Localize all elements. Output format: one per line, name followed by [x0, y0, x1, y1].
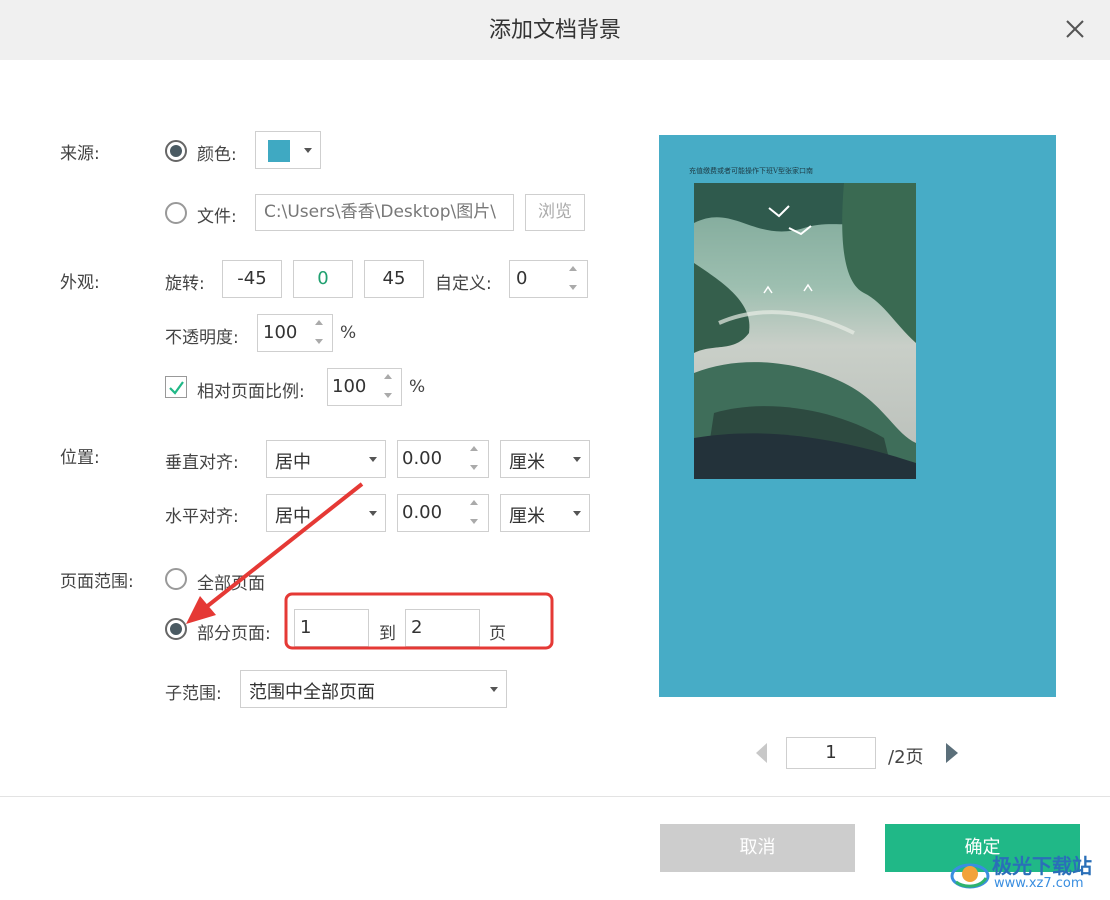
stepper-up-icon[interactable] [569, 266, 577, 271]
vertical-offset-value: 0.00 [402, 448, 443, 469]
file-radio[interactable] [165, 202, 187, 224]
source-label: 来源: [60, 144, 100, 164]
stepper-up-icon[interactable] [384, 374, 392, 379]
subrange-label: 子范围: [165, 684, 222, 704]
stepper-down-icon[interactable] [569, 285, 577, 290]
page-total-label: /2页 [888, 747, 924, 768]
scale-value: 100 [332, 376, 367, 397]
footer-divider [0, 796, 1110, 797]
color-picker[interactable] [255, 131, 321, 169]
chevron-down-icon [490, 687, 498, 692]
file-option-label: 文件: [197, 207, 237, 227]
page-unit-label: 页 [489, 624, 506, 644]
opacity-unit: % [340, 323, 357, 343]
preview-landscape-image [694, 183, 916, 479]
custom-rotation-label: 自定义: [435, 274, 492, 294]
opacity-value: 100 [263, 322, 298, 343]
scale-checkbox[interactable] [165, 376, 187, 398]
page-to-value: 2 [411, 617, 423, 638]
rotate-minus45-button[interactable]: -45 [222, 260, 282, 298]
subrange-select[interactable]: 范围中全部页面 [240, 670, 507, 708]
partial-pages-label: 部分页面: [197, 624, 271, 644]
all-pages-label: 全部页面 [197, 574, 265, 594]
preview-doc-header: 充值缴费或者可能操作下班V型张家口南 [689, 167, 814, 175]
color-option-label: 颜色: [197, 145, 237, 165]
watermark-url: www.xz7.com [994, 876, 1084, 891]
page-range-label: 页面范围: [60, 572, 134, 592]
scale-stepper[interactable]: 100 [327, 368, 402, 406]
horizontal-align-value: 居中 [275, 506, 311, 527]
page-number-input[interactable]: 1 [786, 737, 876, 769]
rotate-0-button[interactable]: 0 [293, 260, 353, 298]
opacity-stepper[interactable]: 100 [257, 314, 333, 352]
custom-rotation-value: 0 [516, 268, 528, 289]
stepper-down-icon[interactable] [384, 393, 392, 398]
scale-unit: % [409, 377, 426, 397]
position-label: 位置: [60, 448, 100, 468]
chevron-down-icon [304, 148, 312, 153]
color-radio[interactable] [165, 140, 187, 162]
horizontal-align-label: 水平对齐: [165, 507, 239, 527]
partial-pages-radio[interactable] [165, 618, 187, 640]
cancel-button[interactable]: 取消 [660, 824, 855, 872]
opacity-label: 不透明度: [165, 328, 239, 348]
page-number-value: 1 [825, 742, 837, 763]
chevron-down-icon [369, 511, 377, 516]
vertical-align-label: 垂直对齐: [165, 453, 239, 473]
prev-page-icon[interactable] [756, 743, 768, 763]
vertical-unit-value: 厘米 [509, 452, 545, 473]
vertical-unit-select[interactable]: 厘米 [500, 440, 590, 478]
appearance-label: 外观: [60, 273, 100, 293]
all-pages-radio[interactable] [165, 568, 187, 590]
preview-panel: 充值缴费或者可能操作下班V型张家口南 [659, 135, 1056, 697]
horizontal-unit-value: 厘米 [509, 506, 545, 527]
rotate-45-button[interactable]: 45 [364, 260, 424, 298]
stepper-down-icon[interactable] [470, 465, 478, 470]
stepper-down-icon[interactable] [470, 519, 478, 524]
stepper-up-icon[interactable] [470, 446, 478, 451]
custom-rotation-stepper[interactable]: 0 [509, 260, 588, 298]
rotation-label: 旋转: [165, 274, 205, 294]
chevron-down-icon [369, 457, 377, 462]
page-to-label: 到 [379, 624, 396, 644]
vertical-align-value: 居中 [275, 452, 311, 473]
checkmark-icon [169, 381, 184, 395]
scale-label: 相对页面比例: [197, 382, 305, 402]
horizontal-offset-stepper[interactable]: 0.00 [397, 494, 489, 532]
chevron-down-icon [573, 511, 581, 516]
confirm-button[interactable]: 确定 [885, 824, 1080, 872]
color-swatch [268, 140, 290, 162]
stepper-up-icon[interactable] [470, 500, 478, 505]
page-from-value: 1 [300, 617, 312, 638]
horizontal-unit-select[interactable]: 厘米 [500, 494, 590, 532]
browse-button[interactable]: 浏览 [525, 194, 585, 231]
horizontal-offset-value: 0.00 [402, 502, 443, 523]
subrange-value: 范围中全部页面 [249, 682, 375, 703]
stepper-up-icon[interactable] [315, 320, 323, 325]
page-from-input[interactable]: 1 [294, 609, 369, 647]
stepper-down-icon[interactable] [315, 339, 323, 344]
close-icon[interactable] [1062, 16, 1088, 42]
vertical-offset-stepper[interactable]: 0.00 [397, 440, 489, 478]
horizontal-align-select[interactable]: 居中 [266, 494, 386, 532]
vertical-align-select[interactable]: 居中 [266, 440, 386, 478]
chevron-down-icon [573, 457, 581, 462]
file-path-input[interactable]: C:\Users\香香\Desktop\图片\ [255, 194, 514, 231]
dialog-title: 添加文档背景 [488, 18, 621, 43]
page-to-input[interactable]: 2 [405, 609, 480, 647]
next-page-icon[interactable] [946, 743, 958, 763]
